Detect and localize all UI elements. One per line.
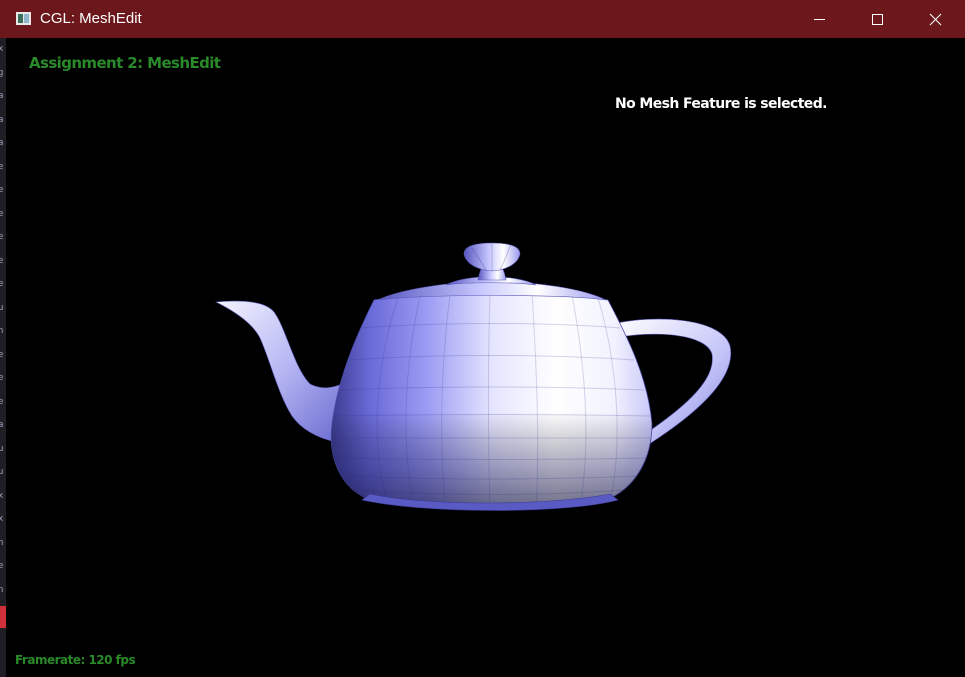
gl-viewport[interactable]: Assignment 2: MeshEdit No Mesh Feature i…: [6, 38, 965, 677]
minimize-button[interactable]: [790, 0, 848, 38]
maximize-icon: [872, 14, 883, 25]
mesh-selection-status: No Mesh Feature is selected.: [615, 96, 827, 112]
meshedit-window: xgaaaeeeeeeuneeeauuxxnenV CGL: MeshEdit: [0, 0, 965, 677]
close-icon: [929, 13, 942, 26]
app-window-icon: [16, 12, 31, 25]
teapot-mesh[interactable]: [6, 38, 965, 677]
window-title: CGL: MeshEdit: [40, 10, 142, 27]
minimize-icon: [814, 19, 825, 20]
maximize-button[interactable]: [848, 0, 906, 38]
assignment-title: Assignment 2: MeshEdit: [29, 54, 221, 72]
title-bar[interactable]: CGL: MeshEdit: [0, 0, 965, 38]
framerate-counter: Framerate: 120 fps: [15, 653, 136, 667]
close-button[interactable]: [906, 0, 964, 38]
